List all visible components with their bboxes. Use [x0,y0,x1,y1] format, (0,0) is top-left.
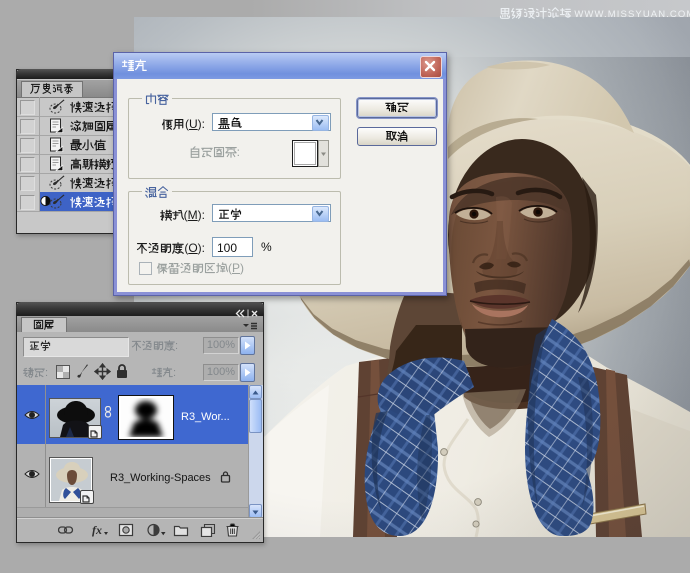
svg-text:fx: fx [92,523,102,537]
